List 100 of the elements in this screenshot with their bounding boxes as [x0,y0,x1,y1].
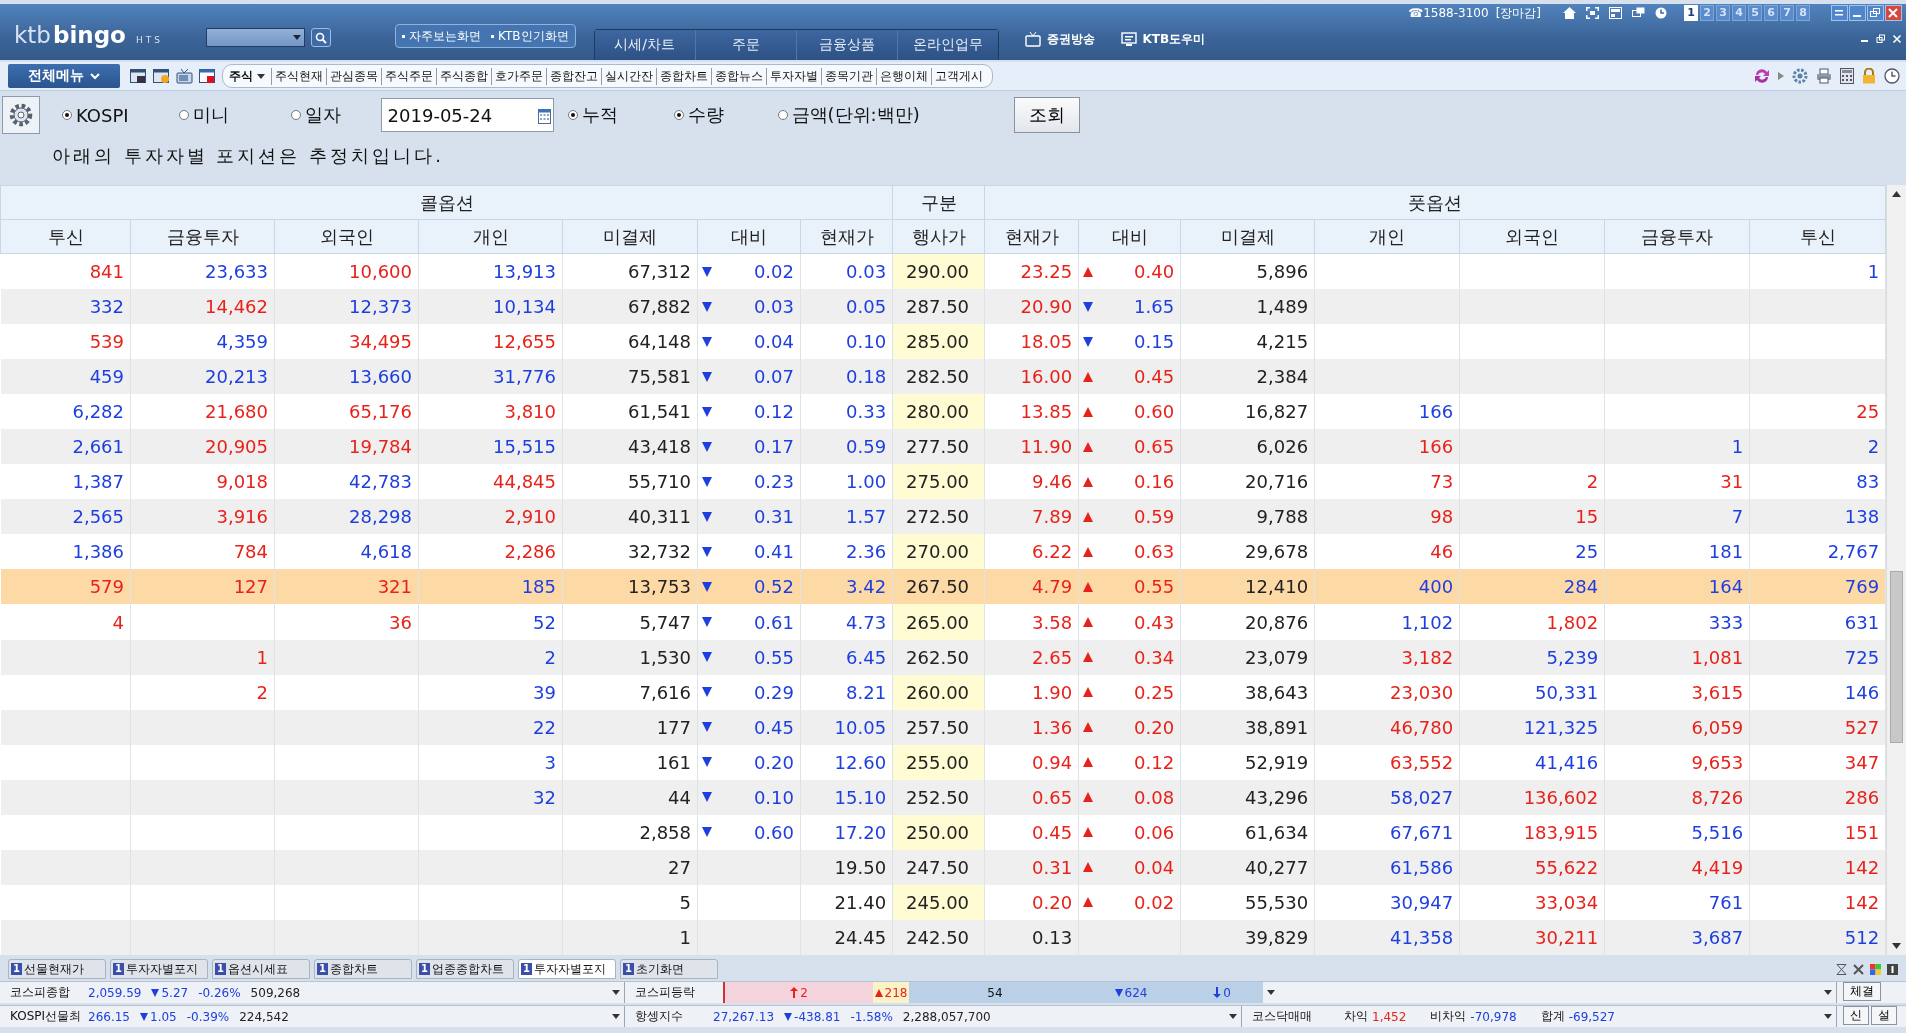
window-add-icon[interactable] [153,68,170,84]
fullscreen-icon[interactable] [1586,7,1599,19]
radio-button[interactable] [178,110,189,120]
table-row[interactable]: 459 20,213 13,660 31,776 75,581 0.07 0.18 282.50 16.00 0.45 2,384 [0,359,1886,395]
clock-icon[interactable] [1655,7,1667,19]
calendar-icon[interactable] [199,68,216,84]
main-tab[interactable]: 주문 [694,30,796,60]
screen-tab[interactable]: 1 옵션시세표 [212,959,310,979]
menu-item[interactable]: 실시간잔 [601,67,656,85]
table-row[interactable]: 2,661 20,905 19,784 15,515 43,418 0.17 0.59 277.50 11.90 0.65 6,026 166 1 2 [0,429,1886,465]
menu-item[interactable]: 종합뉴스 [711,67,766,85]
table-row[interactable]: 22 177 0.45 10.05 257.50 1.36 0.20 38,891 46,780 121,325 6,059 527 [0,709,1886,745]
screen-tab[interactable]: 1 선물현재가 [8,959,106,979]
main-tab[interactable]: 온라인업무 [896,30,998,60]
status-button[interactable]: 설 [1871,1006,1897,1025]
radio-button[interactable] [62,110,72,120]
radio-option[interactable]: 수량 [673,103,724,127]
status-button[interactable]: 신 [1843,1006,1869,1025]
menu-item[interactable]: 은행이체 [876,67,931,85]
close-icon[interactable] [1892,34,1902,44]
table-row[interactable]: 332 14,462 12,373 10,134 67,882 0.03 0.05 287.50 20.90 1.65 1,489 [0,289,1886,325]
scroll-up-icon[interactable] [1892,191,1902,197]
restore-icon[interactable] [1868,6,1882,20]
table-row[interactable]: 3 161 0.20 12.60 255.00 0.94 0.12 52,919 63,552 41,416 9,653 347 [0,744,1886,780]
scroll-down-icon[interactable] [1892,943,1902,949]
color-palette-icon[interactable] [1870,963,1881,975]
table-row[interactable]: 1 2 1,530 0.55 6.45 262.50 2.65 0.34 23,079 3,182 5,239 1,081 725 [0,639,1886,675]
screen-tab[interactable]: 1 투자자별포지 [518,959,616,979]
screen-tab[interactable]: 1 초기화면 [620,959,718,979]
quick-link[interactable]: 자주보는화면 [402,27,481,45]
radio-label[interactable]: KOSPI [76,104,129,126]
menu-item[interactable]: 주식현재 [271,67,326,85]
radio-label[interactable]: 누적 [581,103,618,127]
screen-tab-label[interactable]: 투자자별포지 [126,960,198,978]
screen-tab-label[interactable]: 투자자별포지 [534,960,606,978]
dropdown-caret-icon[interactable] [612,990,620,995]
screen-tab-label[interactable]: 초기화면 [636,960,684,978]
dropdown-caret-icon[interactable] [1824,1014,1832,1019]
screen-tab[interactable]: 1 종합차트 [314,959,412,979]
radio-button[interactable] [777,110,788,120]
menu-item[interactable]: 종합잔고 [546,67,601,85]
radio-option[interactable]: KOSPI [62,104,129,126]
table-row[interactable]: 4 36 52 5,747 0.61 4.73 265.00 3.58 0.43 20,876 1,102 1,802 333 631 [0,604,1886,640]
table-row[interactable]: 32 44 0.10 15.10 252.50 0.65 0.08 43,296 58,027 136,602 8,726 286 [0,779,1886,815]
scroll-thumb[interactable] [1890,571,1903,743]
dropdown-caret-icon[interactable] [1267,990,1275,995]
quick-link[interactable]: KTB인기화면 [491,27,569,45]
menu-item[interactable]: 주식종합 [436,67,491,85]
screen-tab-label[interactable]: 옵션시세표 [228,960,288,978]
table-row[interactable]: 579 127 321 185 13,753 0.52 3.42 267.50 4.79 0.55 12,410 400 284 164 769 [0,569,1886,605]
menu-item[interactable]: 고객게시 [931,67,986,85]
search-field[interactable] [206,28,305,47]
screen-tab[interactable]: 1 업종종합차트 [416,959,514,979]
screen-tab-label[interactable]: 업종종합차트 [432,960,504,978]
menu-item[interactable]: 종목기관 [821,67,876,85]
screen-tab-label[interactable]: 종합차트 [330,960,378,978]
header-link[interactable]: KTB도우미 [1142,31,1206,48]
menu-item[interactable]: 주식주문 [381,67,436,85]
header-link[interactable]: 증권방송 [1046,31,1095,48]
calendar-icon[interactable] [537,106,551,124]
radio-label[interactable]: 일자 [304,103,341,127]
screen-tab[interactable]: 1 투자자별포지 [110,959,208,979]
settings-icon[interactable] [1792,68,1808,84]
menu-item[interactable]: 투자자별 [766,67,821,85]
radio-label[interactable]: 미니 [192,103,229,127]
radio-label[interactable]: 수량 [687,103,724,127]
calculator-icon[interactable] [1840,68,1854,84]
menu-item[interactable]: 종합차트 [656,67,711,85]
tv-icon[interactable] [176,68,193,84]
settings-button[interactable] [2,96,40,134]
window-number-icon[interactable] [1887,963,1898,975]
menu-item[interactable]: 호가주문 [491,67,546,85]
all-menu-button[interactable]: 전체메뉴 [8,64,120,88]
status-button[interactable]: 체결 [1843,982,1881,1001]
vertical-scrollbar[interactable] [1886,185,1906,955]
table-row[interactable]: 27 19.50 247.50 0.31 0.04 40,277 61,586 55,622 4,419 142 [0,849,1886,885]
dropdown-caret-icon[interactable] [1229,1014,1237,1019]
layout-icon[interactable] [1609,7,1622,19]
category-dropdown[interactable]: 주식 [229,67,271,85]
radio-option[interactable]: 일자 [290,103,341,127]
table-row[interactable]: 5 21.40 245.00 0.20 0.02 55,530 30,947 33,034 761 142 [0,884,1886,920]
search-button[interactable] [311,28,331,47]
screen-tab-label[interactable]: 선물현재가 [24,960,84,978]
screen-number-button[interactable]: 1 [1684,5,1698,21]
radio-button[interactable] [567,110,578,120]
play-icon[interactable] [1778,72,1784,80]
table-row[interactable]: 1 24.45 242.50 0.13 39,829 41,358 30,211 3,687 512 [0,919,1886,955]
table-row[interactable]: 2,858 0.60 17.20 250.00 0.45 0.06 61,634 67,671 183,915 5,516 151 [0,814,1886,850]
radio-option[interactable]: 미니 [178,103,229,127]
lock-icon[interactable] [1862,68,1876,84]
home-icon[interactable] [1563,7,1576,19]
printer-icon[interactable] [1816,68,1832,84]
close-icon[interactable] [1886,6,1900,20]
table-row[interactable]: 2 39 7,616 0.29 8.21 260.00 1.90 0.25 38,643 23,030 50,331 3,615 146 [0,674,1886,710]
radio-option[interactable]: 누적 [567,103,618,127]
refresh-icon[interactable] [1754,68,1770,84]
main-tab[interactable]: 금융상품 [795,30,897,60]
table-row[interactable]: 2,565 3,916 28,298 2,910 40,311 0.31 1.57 272.50 7.89 0.59 9,788 98 15 7 138 [0,499,1886,535]
restore-icon[interactable] [1876,34,1886,44]
dropdown-caret-icon[interactable] [1824,990,1832,995]
